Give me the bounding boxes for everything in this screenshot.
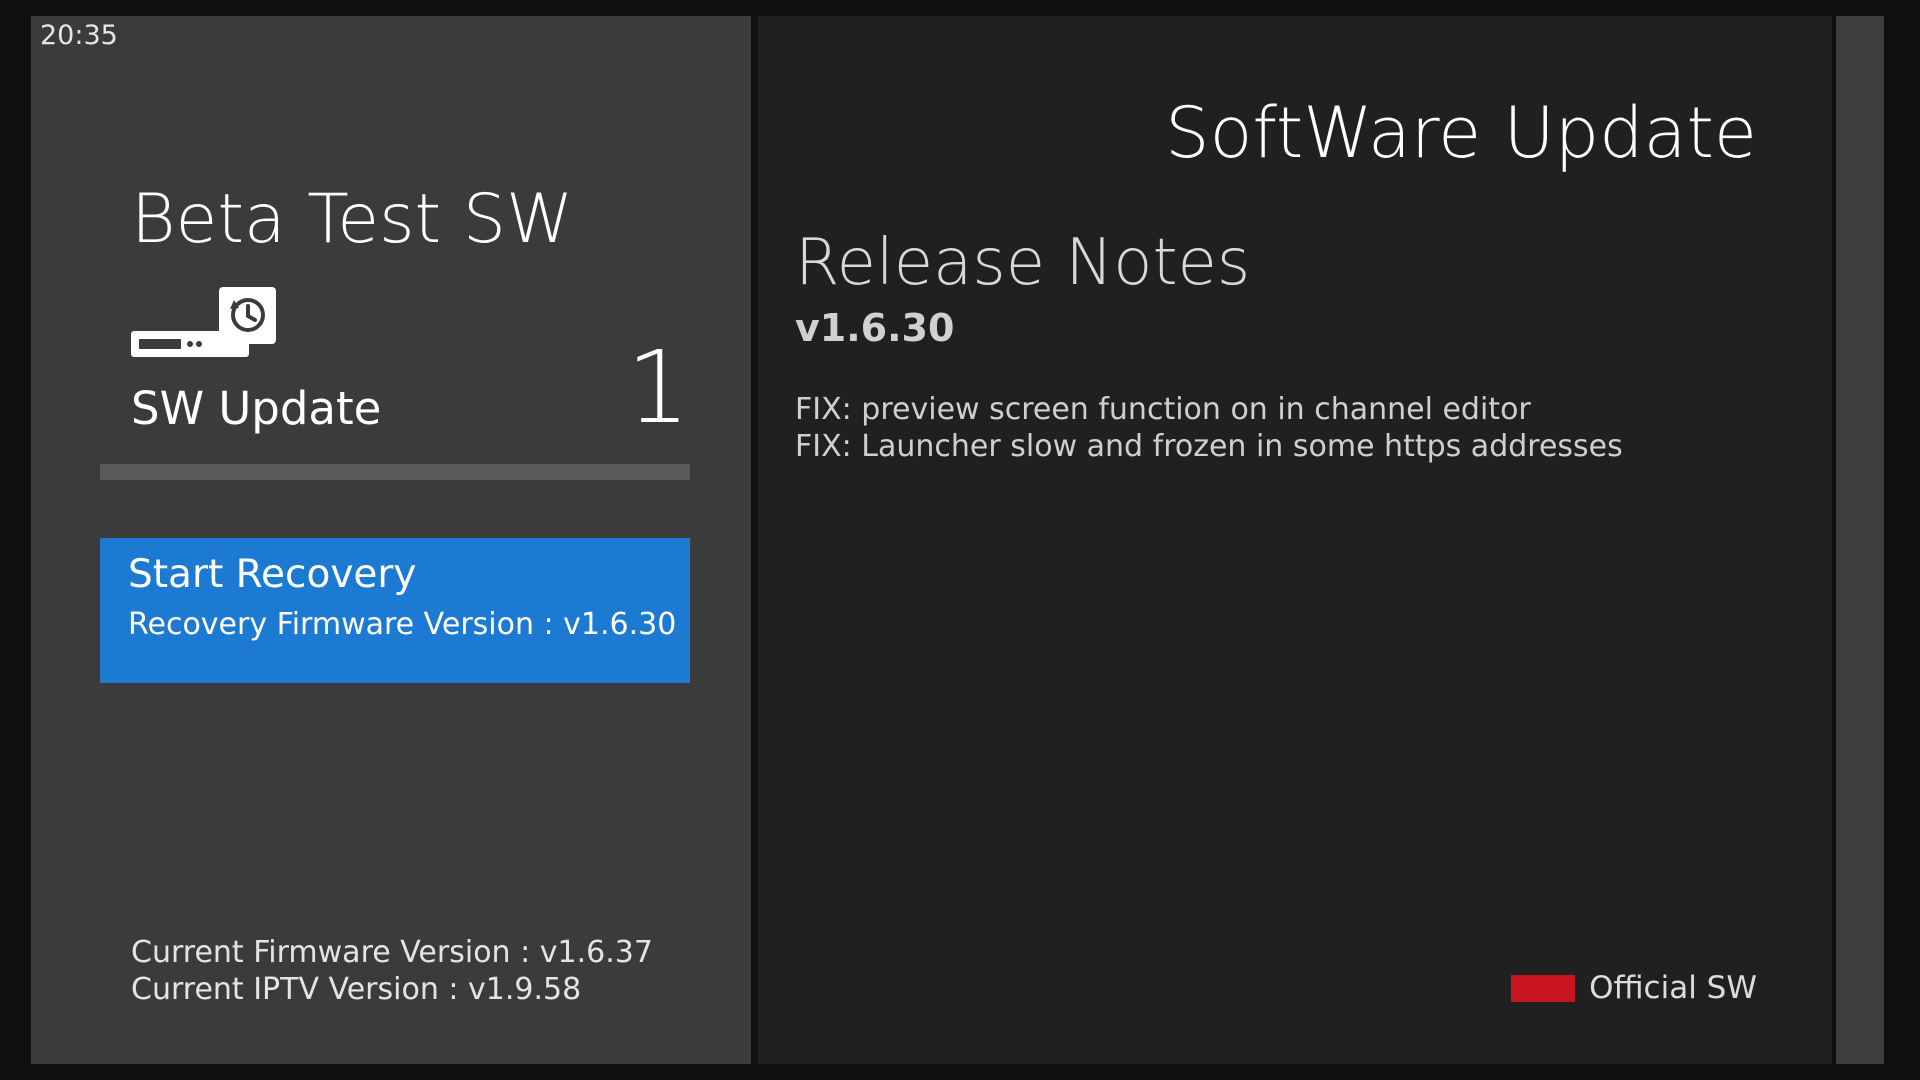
page-title: SoftWare Update (1165, 92, 1757, 174)
current-firmware-version: Current Firmware Version : v1.6.37 (131, 935, 653, 970)
panel-title: Beta Test SW (131, 180, 574, 259)
update-count: 1 (626, 329, 690, 446)
progress-track (100, 464, 690, 480)
official-sw-swatch (1511, 974, 1576, 1002)
official-sw-label: Official SW (1589, 970, 1757, 1006)
scroll-track[interactable] (1836, 16, 1884, 1064)
release-notes-version: v1.6.30 (795, 306, 955, 350)
release-note-item: FIX: preview screen function on in chann… (795, 392, 1531, 427)
sw-update-label: SW Update (131, 382, 382, 435)
recovery-firmware-version: Recovery Firmware Version : v1.6.30 (128, 607, 677, 642)
release-notes-title: Release Notes (795, 226, 1251, 300)
current-iptv-version: Current IPTV Version : v1.9.58 (131, 972, 582, 1007)
start-recovery-label: Start Recovery (128, 552, 417, 597)
software-update-screen: 20:35 Beta Test SW SW Update 1 Start Rec… (0, 0, 1920, 1080)
legend: Official SW (1511, 970, 1757, 1006)
set-top-box-history-icon (131, 287, 276, 357)
clock: 20:35 (40, 20, 118, 51)
release-note-item: FIX: Launcher slow and frozen in some ht… (795, 429, 1623, 464)
version-info: Current Firmware Version : v1.6.37 Curre… (131, 934, 653, 1008)
release-notes-list: FIX: preview screen function on in chann… (795, 391, 1623, 465)
start-recovery-button[interactable]: Start Recovery Recovery Firmware Version… (100, 538, 690, 683)
